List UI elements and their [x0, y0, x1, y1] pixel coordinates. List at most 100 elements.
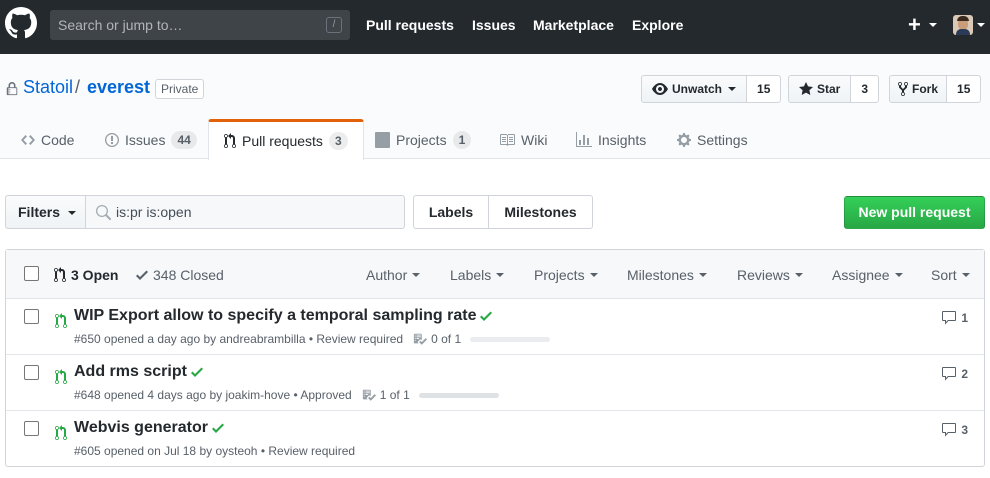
milestones-filter[interactable]: Milestones: [627, 267, 707, 283]
private-label: Private: [155, 79, 205, 99]
projects-filter[interactable]: Projects: [534, 267, 598, 283]
list-item[interactable]: WIP Export allow to specify a temporal s…: [6, 299, 984, 355]
tab-issues-label: Issues: [125, 132, 166, 148]
forks-count[interactable]: 15: [947, 75, 982, 103]
task-progress-bar: [418, 392, 499, 398]
list-item[interactable]: Add rms script #648 opened 4 days ago by…: [6, 355, 984, 411]
tab-settings[interactable]: Settings: [677, 120, 748, 160]
list-item[interactable]: Webvis generator #605 opened on Jul 18 b…: [6, 411, 984, 467]
global-header: Search or jump to… / Pull requests Issue…: [0, 0, 990, 54]
plus-icon[interactable]: +: [908, 14, 921, 36]
check-icon[interactable]: [190, 364, 203, 380]
git-pull-request-icon: [55, 425, 67, 440]
labels-button[interactable]: Labels: [413, 195, 489, 229]
projects-filter-label: Projects: [534, 267, 585, 283]
author-filter-label: Author: [366, 267, 408, 283]
tab-wiki[interactable]: Wiki: [499, 120, 547, 160]
closed-filter-link[interactable]: 348 Closed: [136, 267, 224, 283]
tab-insights[interactable]: Insights: [576, 120, 646, 160]
tab-code[interactable]: Code: [21, 120, 74, 160]
task-count: 0 of 1: [431, 332, 462, 346]
nav-explore[interactable]: Explore: [632, 0, 683, 50]
git-pull-request-icon: [224, 133, 236, 148]
new-pull-request-button[interactable]: New pull request: [844, 196, 985, 229]
filter-search-input[interactable]: is:pr is:open: [85, 195, 405, 229]
tab-projects-counter: 1: [452, 131, 472, 149]
chevron-down-icon: [68, 211, 76, 215]
pull-request-checkbox[interactable]: [24, 365, 39, 380]
git-pull-request-icon: [55, 313, 67, 328]
comment-count: 2: [961, 367, 968, 381]
assignee-filter[interactable]: Assignee: [832, 267, 903, 283]
sort-filter[interactable]: Sort: [931, 267, 970, 283]
tab-projects[interactable]: Projects 1: [375, 120, 472, 160]
star-icon: [799, 82, 813, 95]
tab-wiki-label: Wiki: [521, 132, 548, 148]
tab-code-label: Code: [41, 132, 75, 148]
avatar[interactable]: [953, 15, 973, 35]
issue-opened-icon: [105, 133, 119, 147]
code-icon: [21, 135, 35, 145]
pull-request-title[interactable]: Webvis generator: [74, 419, 208, 437]
fork-button-group: Fork 15: [889, 75, 982, 103]
select-all-checkbox[interactable]: [24, 266, 39, 281]
reviews-filter-label: Reviews: [737, 267, 790, 283]
labels-filter[interactable]: Labels: [450, 267, 505, 283]
check-icon: [136, 270, 148, 280]
check-icon[interactable]: [480, 308, 493, 324]
pull-request-meta: #605 opened on Jul 18 by oysteoh • Revie…: [74, 444, 356, 458]
comment-count: 1: [961, 311, 968, 325]
stargazers-count[interactable]: 3: [851, 75, 880, 103]
watchers-count[interactable]: 15: [747, 75, 782, 103]
task-progress: 0 of 1: [413, 332, 551, 346]
tab-settings-label: Settings: [697, 132, 748, 148]
comment-icon: [942, 367, 957, 381]
git-pull-request-icon: [55, 369, 67, 384]
star-button[interactable]: Star: [788, 75, 852, 103]
pull-request-list: 3 Open 348 Closed Author Labels Projects…: [5, 249, 985, 467]
pull-request-title[interactable]: Add rms script: [74, 363, 187, 381]
repo-name-link[interactable]: everest: [87, 77, 150, 98]
comments-link[interactable]: 2: [941, 366, 968, 382]
chevron-down-icon: [412, 273, 421, 277]
comments-link[interactable]: 1: [941, 310, 968, 326]
checklist-icon: [362, 389, 376, 401]
milestones-button[interactable]: Milestones: [488, 195, 593, 229]
pull-request-title[interactable]: WIP Export allow to specify a temporal s…: [74, 307, 476, 325]
comments-link[interactable]: 3: [941, 422, 968, 438]
chevron-down-icon: [728, 87, 737, 91]
author-filter[interactable]: Author: [366, 267, 421, 283]
github-logo-icon[interactable]: [5, 7, 37, 39]
search-input[interactable]: Search or jump to… /: [50, 10, 350, 40]
repo-header: Statoil / everest Private Unwatch 15 Sta…: [0, 54, 990, 160]
fork-label: Fork: [912, 82, 939, 96]
nav-marketplace[interactable]: Marketplace: [533, 0, 614, 50]
search-placeholder: Search or jump to…: [58, 17, 183, 33]
open-filter-link[interactable]: 3 Open: [54, 267, 118, 283]
chevron-down-icon: [794, 273, 803, 277]
nav-pull-requests[interactable]: Pull requests: [366, 0, 454, 50]
sort-filter-label: Sort: [931, 267, 957, 283]
filter-query: is:pr is:open: [116, 204, 192, 220]
tab-pull-requests[interactable]: Pull requests 3: [208, 119, 364, 160]
unwatch-button[interactable]: Unwatch: [641, 75, 748, 103]
tab-insights-label: Insights: [598, 132, 647, 148]
tab-pull-requests-counter: 3: [328, 132, 348, 150]
nav-issues[interactable]: Issues: [472, 0, 516, 50]
search-shortcut-key: /: [326, 17, 342, 33]
chevron-down-icon: [589, 273, 598, 277]
check-icon[interactable]: [211, 420, 224, 436]
chevron-down-icon[interactable]: [929, 23, 937, 27]
graph-icon: [576, 132, 592, 147]
repo-owner-link[interactable]: Statoil: [23, 77, 73, 98]
avatar-chevron-down-icon[interactable]: [977, 23, 985, 27]
pull-request-checkbox[interactable]: [24, 421, 39, 436]
tab-issues[interactable]: Issues 44: [105, 120, 197, 160]
fork-button[interactable]: Fork: [889, 75, 948, 103]
filters-button[interactable]: Filters: [5, 195, 86, 229]
pull-request-checkbox[interactable]: [24, 309, 39, 324]
reviews-filter[interactable]: Reviews: [737, 267, 803, 283]
book-icon: [500, 134, 515, 146]
tab-projects-label: Projects: [396, 132, 447, 148]
chevron-down-icon: [698, 273, 707, 277]
